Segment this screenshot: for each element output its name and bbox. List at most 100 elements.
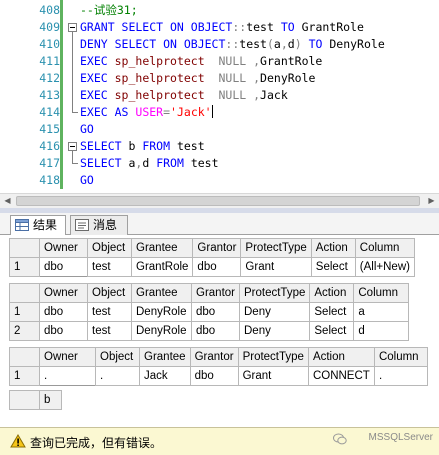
table-cell[interactable]: CONNECT [307, 366, 375, 386]
table-cell[interactable]: Select [309, 321, 355, 341]
column-header[interactable]: Object [87, 238, 132, 258]
table-cell[interactable]: dbo [39, 321, 88, 341]
column-header[interactable]: b [39, 390, 62, 410]
tab-messages[interactable]: 消息 [70, 215, 128, 235]
column-header[interactable]: Grantee [130, 238, 194, 258]
code-text: --试验31; [80, 2, 138, 19]
code-text: EXEC sp_helprotect NULL ,DenyRole [80, 70, 315, 87]
column-header[interactable]: Column [373, 347, 428, 367]
code-line[interactable]: 412 EXEC sp_helprotect NULL ,DenyRole [0, 70, 439, 87]
column-header[interactable]: Grantee [131, 283, 192, 303]
table-cell[interactable]: Deny [238, 321, 311, 341]
table-cell[interactable]: Grant [237, 366, 309, 386]
column-header[interactable]: Object [95, 347, 140, 367]
code-line[interactable]: 415 GO [0, 121, 439, 138]
table-cell[interactable]: dbo [191, 302, 240, 322]
column-header[interactable]: Column [354, 238, 415, 258]
editor-horizontal-scrollbar[interactable]: ◀ ▶ [0, 193, 439, 208]
column-header[interactable]: Action [309, 283, 355, 303]
table-cell[interactable]: Deny [238, 302, 311, 322]
table-cell[interactable]: Jack [139, 366, 191, 386]
collapse-toggle-icon[interactable] [68, 138, 78, 155]
table-cell[interactable]: dbo [192, 257, 242, 277]
row-number[interactable]: 1 [9, 257, 40, 277]
result-grid[interactable]: b [9, 390, 62, 410]
table-cell[interactable]: Select [310, 257, 356, 277]
code-line[interactable]: 417 SELECT a,d FROM test [0, 155, 439, 172]
code-token: , [246, 71, 261, 85]
column-header[interactable]: Owner [39, 283, 88, 303]
table-row[interactable]: 1.. Jack dbo Grant CONNECT. [9, 366, 428, 386]
table-cell[interactable]: . [39, 366, 96, 386]
column-header[interactable]: Grantor [191, 283, 240, 303]
code-text: GO [80, 121, 94, 138]
table-row[interactable]: 2 dbo test DenyRole dbo Deny Select d [9, 321, 410, 341]
code-line[interactable]: 413 EXEC sp_helprotect NULL ,Jack [0, 87, 439, 104]
table-cell[interactable]: Grant [240, 257, 312, 277]
table-cell[interactable]: Select [309, 302, 355, 322]
table-cell[interactable]: DenyRole [131, 321, 192, 341]
table-cell[interactable]: dbo [39, 302, 88, 322]
column-header[interactable]: Owner [39, 347, 96, 367]
column-header[interactable]: ProtectType [238, 283, 311, 303]
row-number[interactable]: 1 [9, 366, 40, 386]
column-header[interactable]: Owner [39, 238, 88, 258]
column-header[interactable]: Object [87, 283, 132, 303]
grid-corner[interactable] [9, 390, 40, 410]
table-cell[interactable]: . [95, 366, 140, 386]
code-line[interactable]: 416 SELECT b FROM test [0, 138, 439, 155]
column-header[interactable]: Grantee [139, 347, 191, 367]
column-header[interactable]: ProtectType [237, 347, 309, 367]
grid-icon [15, 219, 29, 231]
column-header[interactable]: Action [310, 238, 356, 258]
result-grid[interactable]: Owner Object Grantee Grantor ProtectType Acti… [9, 347, 428, 386]
table-row[interactable]: 1 dbo test GrantRole dbo Grant Select (All+New) [9, 257, 415, 277]
grid-corner[interactable] [9, 347, 40, 367]
table-row[interactable]: 1 dbo test DenyRole dbo Deny Select a [9, 302, 410, 322]
scrollbar-thumb[interactable] [16, 196, 420, 206]
code-text: EXEC AS USER='Jack' [80, 104, 213, 121]
grid-corner[interactable] [9, 283, 40, 303]
table-cell[interactable]: dbo [189, 366, 239, 386]
scroll-left-icon[interactable]: ◀ [0, 194, 15, 208]
row-number[interactable]: 1 [9, 302, 40, 322]
code-token: 'Jack' [170, 105, 212, 119]
line-number: 417 [39, 156, 60, 170]
code-line[interactable]: 418 GO [0, 172, 439, 189]
column-header[interactable]: Grantor [192, 238, 242, 258]
row-number[interactable]: 2 [9, 321, 40, 341]
result-grid[interactable]: Owner Object Grantee Grantor ProtectType Acti… [9, 283, 410, 341]
table-cell[interactable]: test [87, 302, 132, 322]
code-token: --试验31; [80, 3, 138, 17]
table-cell[interactable]: a [353, 302, 410, 322]
fold-guide [68, 70, 78, 87]
table-cell[interactable]: dbo [39, 257, 88, 277]
code-token: , [246, 88, 261, 102]
code-line[interactable]: 411 EXEC sp_helprotect NULL ,GrantRole [0, 53, 439, 70]
table-cell[interactable]: . [373, 366, 428, 386]
column-header[interactable]: Action [307, 347, 375, 367]
code-line[interactable]: 410 DENY SELECT ON OBJECT::test(a,d) TO D… [0, 36, 439, 53]
result-grid[interactable]: Owner Object Grantee Grantor ProtectType Acti… [9, 238, 415, 277]
column-header[interactable]: Column [353, 283, 410, 303]
table-cell[interactable]: GrantRole [130, 257, 194, 277]
tab-results[interactable]: 结果 [10, 215, 66, 236]
code-line[interactable]: 408 --试验31; [0, 2, 439, 19]
grid-header-row: Owner Object Grantee Grantor ProtectType Acti… [9, 283, 410, 303]
line-number: 412 [39, 71, 60, 85]
table-cell[interactable]: d [353, 321, 410, 341]
table-cell[interactable]: dbo [191, 321, 240, 341]
table-cell[interactable]: test [87, 257, 132, 277]
code-line[interactable]: 409 GRANT SELECT ON OBJECT::test TO Grant… [0, 19, 439, 36]
column-header[interactable]: ProtectType [240, 238, 312, 258]
query-editor[interactable]: 408 --试验31; 409 GRANT SELECT ON OBJECT::tes… [0, 0, 439, 193]
table-cell[interactable]: test [87, 321, 132, 341]
grid-corner[interactable] [9, 238, 40, 258]
scroll-right-icon[interactable]: ▶ [424, 194, 439, 208]
code-token: sp_helprotect [107, 88, 219, 102]
table-cell[interactable]: DenyRole [131, 302, 192, 322]
table-cell[interactable]: (All+New) [354, 257, 415, 277]
code-line[interactable]: 414 EXEC AS USER='Jack' [0, 104, 439, 121]
collapse-toggle-icon[interactable] [68, 19, 78, 36]
column-header[interactable]: Grantor [189, 347, 239, 367]
